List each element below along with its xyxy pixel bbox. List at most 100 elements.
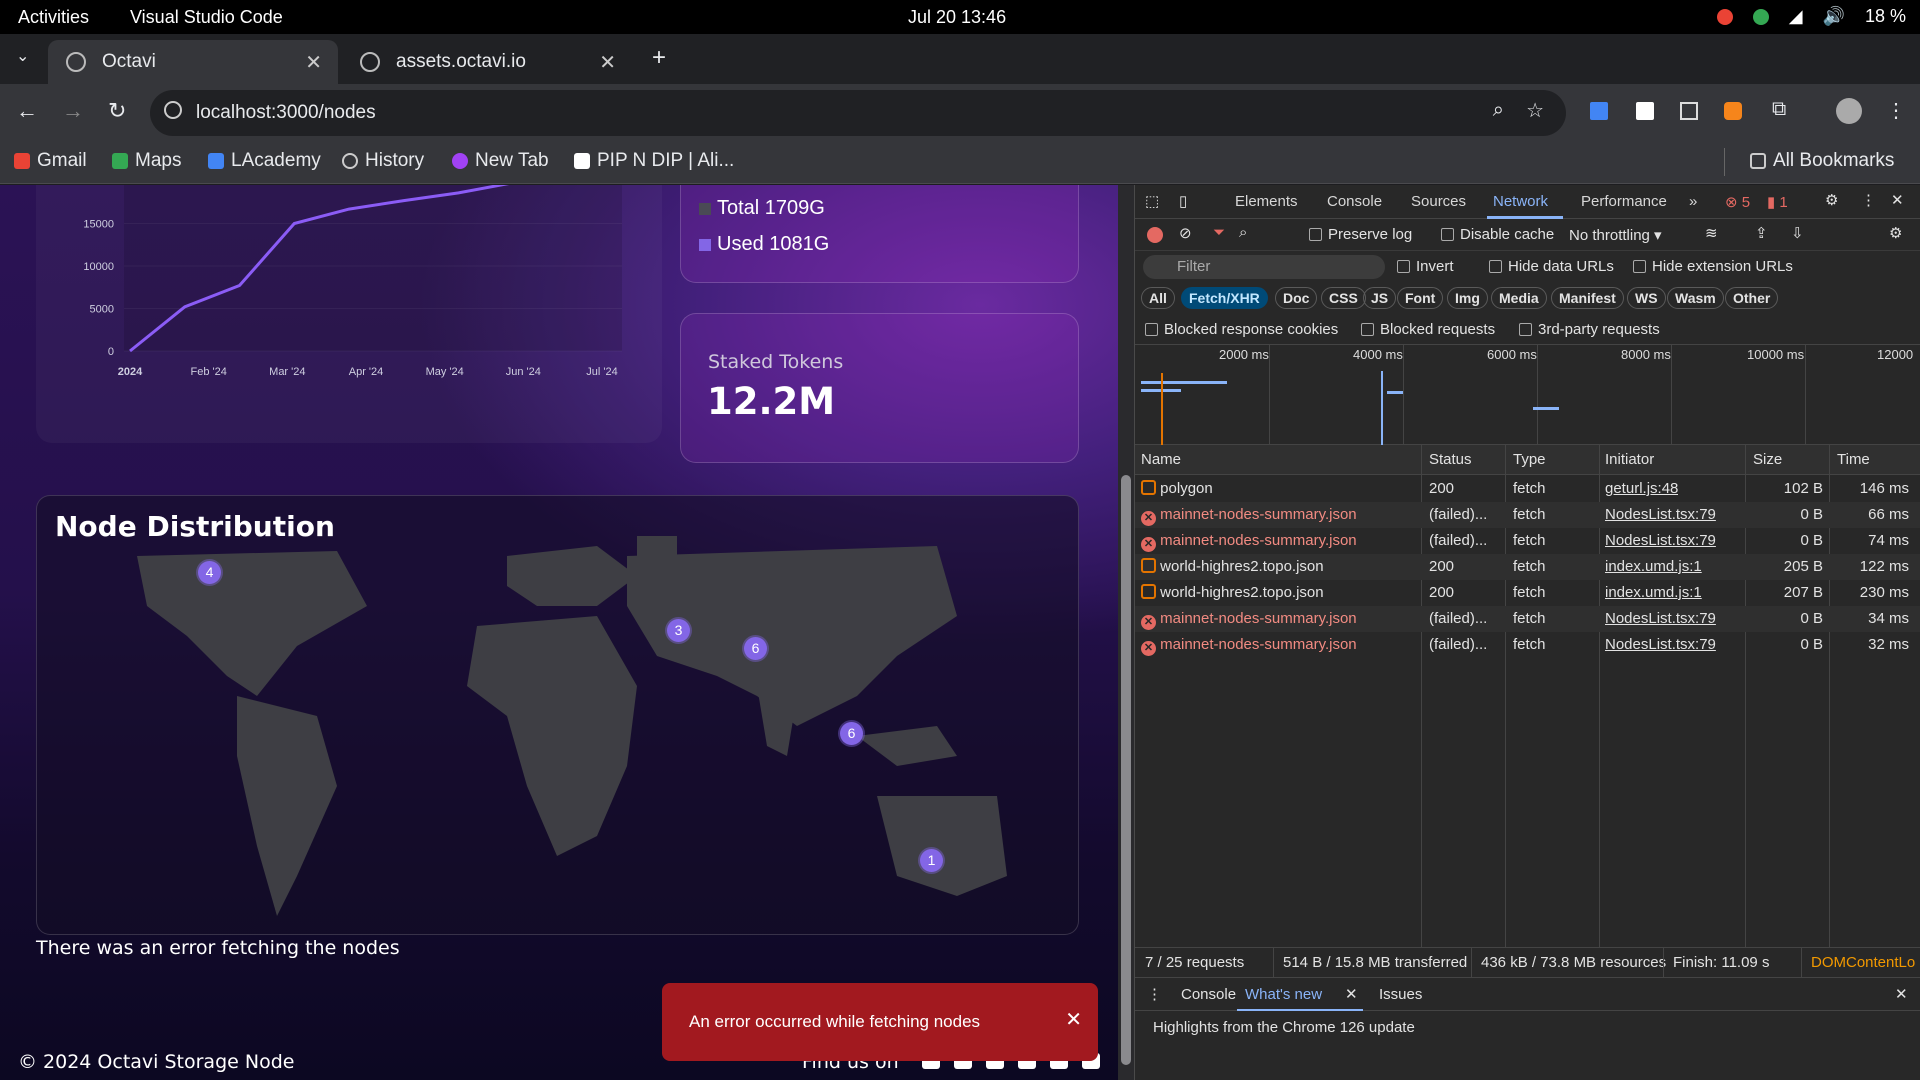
checkbox[interactable] [1361,323,1374,336]
map-pin[interactable]: 6 [840,722,863,745]
menu-kebab-icon[interactable]: ⋮ [1861,191,1876,209]
type-filter-all[interactable]: All [1141,287,1175,309]
activities-button[interactable]: Activities [18,7,89,28]
tab-network[interactable]: Network [1493,193,1548,210]
profile-avatar[interactable] [1836,98,1862,124]
close-icon[interactable]: ✕ [1345,985,1358,1003]
clock[interactable]: Jul 20 13:46 [908,7,1006,28]
bookmark-lacademy[interactable]: LAcademy [208,150,321,172]
settings-icon[interactable]: ⚙ [1825,191,1838,209]
checkbox[interactable] [1309,228,1322,241]
forward-button[interactable]: → [62,98,84,124]
network-overview-timeline[interactable]: 2000 ms 4000 ms 6000 ms 8000 ms 10000 ms… [1135,345,1920,445]
site-info-icon[interactable] [164,101,182,119]
bookmark-gmail[interactable]: Gmail [14,150,87,172]
type-filter-font[interactable]: Font [1397,287,1444,309]
column-header-size[interactable]: Size [1753,451,1782,468]
drawer-tab-console[interactable]: Console [1181,986,1236,1003]
filter-icon[interactable]: ⏷ [1213,224,1225,241]
drawer-tab-whats-new[interactable]: What's new [1245,986,1322,1003]
map-pin[interactable]: 6 [744,637,767,660]
tab-sources[interactable]: Sources [1411,193,1466,210]
more-tabs-icon[interactable]: » [1689,193,1697,210]
map-pin[interactable]: 3 [667,619,690,642]
checkbox[interactable] [1397,260,1410,273]
checkbox[interactable] [1489,260,1502,273]
table-row[interactable]: world-highres2.topo.json 200 fetch index.um… [1135,580,1920,606]
third-party-checkbox[interactable]: 3rd-party requests [1519,321,1660,338]
close-icon[interactable]: ✕ [1065,1007,1082,1032]
type-filter-fetch[interactable]: Fetch/XHR [1181,287,1268,309]
menu-kebab-icon[interactable]: ⋮ [1886,98,1906,123]
type-filter-manifest[interactable]: Manifest [1551,287,1624,309]
chrome-icon[interactable] [1716,8,1733,25]
issue-count[interactable]: ▮ 1 [1767,193,1788,211]
metamask-icon[interactable] [1724,102,1742,120]
checkbox[interactable] [1441,228,1454,241]
bookmark-star-icon[interactable]: ☆ [1526,98,1544,123]
drawer-menu-icon[interactable]: ⋮ [1147,985,1162,1003]
throttling-select[interactable]: No throttling ▾ [1569,226,1662,244]
type-filter-media[interactable]: Media [1491,287,1547,309]
qr-code-icon[interactable] [1680,102,1698,120]
reload-button[interactable]: ↻ [108,98,126,124]
all-bookmarks[interactable]: All Bookmarks [1750,150,1894,172]
back-button[interactable]: ← [16,98,38,124]
bookmark-new-tab[interactable]: New Tab [452,150,549,172]
bookmark-history[interactable]: History [342,150,424,172]
bookmark-pip[interactable]: PIP N DIP | Ali... [574,150,734,172]
table-row[interactable]: world-highres2.topo.json 200 fetch index.um… [1135,554,1920,580]
type-filter-other[interactable]: Other [1725,287,1779,309]
extension-tray-icon[interactable] [1752,8,1769,25]
bookmark-maps[interactable]: Maps [112,150,181,172]
app-menu[interactable]: Visual Studio Code [130,7,283,28]
type-filter-css[interactable]: CSS [1321,287,1366,309]
close-icon[interactable]: ✕ [305,50,322,75]
tab-octavi[interactable]: Octavi ✕ [48,40,338,84]
type-filter-img[interactable]: Img [1447,287,1488,309]
map-pin[interactable]: 1 [920,849,943,872]
tab-elements[interactable]: Elements [1235,193,1298,210]
initiator-cell[interactable]: NodesList.tsx:79 [1605,532,1716,549]
export-icon[interactable]: ⇩ [1791,224,1804,242]
disable-cache-checkbox[interactable]: Disable cache [1441,226,1554,243]
extensions-puzzle-icon[interactable]: ⧉ [1772,98,1786,121]
tab-assets[interactable]: assets.octavi.io ✕ [342,40,632,84]
checkbox[interactable] [1145,323,1158,336]
record-icon[interactable] [1147,227,1163,243]
table-row[interactable]: ✕ mainnet-nodes-summary.json (failed)... f… [1135,606,1920,632]
close-icon[interactable]: ✕ [1891,191,1904,209]
extension-icon[interactable] [1590,102,1608,120]
table-row[interactable]: ✕ mainnet-nodes-summary.json (failed)... f… [1135,502,1920,528]
column-header-initiator[interactable]: Initiator [1605,451,1654,468]
table-row[interactable]: ✕ mainnet-nodes-summary.json (failed)... f… [1135,528,1920,554]
zoom-icon[interactable]: ⌕ [1493,99,1504,122]
close-drawer-icon[interactable]: ✕ [1895,985,1908,1003]
column-header-name[interactable]: Name [1141,451,1181,468]
column-header-time[interactable]: Time [1837,451,1870,468]
network-settings-icon[interactable]: ⚙ [1889,224,1902,242]
world-map[interactable] [37,496,1079,935]
system-tray[interactable]: ◢ 🔊 18 % [1716,6,1906,27]
column-header-status[interactable]: Status [1429,451,1472,468]
error-count[interactable]: ⊗ 5 [1725,193,1750,211]
hide-data-urls-checkbox[interactable]: Hide data URLs [1489,258,1614,275]
search-icon[interactable]: ⌕ [1239,224,1247,241]
initiator-cell[interactable]: index.umd.js:1 [1605,584,1702,601]
filter-input[interactable]: Filter [1143,255,1385,279]
table-row[interactable]: ✕ mainnet-nodes-summary.json (failed)... f… [1135,632,1920,658]
clear-icon[interactable]: ⊘ [1179,224,1192,242]
checkbox[interactable] [1633,260,1646,273]
blocked-cookies-checkbox[interactable]: Blocked response cookies [1145,321,1338,338]
preserve-log-checkbox[interactable]: Preserve log [1309,226,1412,243]
extension-icon[interactable] [1636,102,1654,120]
close-icon[interactable]: ✕ [599,50,616,75]
column-header-type[interactable]: Type [1513,451,1546,468]
scrollbar-thumb[interactable] [1121,475,1131,1065]
blocked-requests-checkbox[interactable]: Blocked requests [1361,321,1495,338]
initiator-cell[interactable]: geturl.js:48 [1605,480,1678,497]
address-bar[interactable]: localhost:3000/nodes ⌕ ☆ [150,90,1566,136]
page-scrollbar[interactable] [1118,185,1134,1080]
tab-console[interactable]: Console [1327,193,1382,210]
type-filter-doc[interactable]: Doc [1275,287,1318,309]
